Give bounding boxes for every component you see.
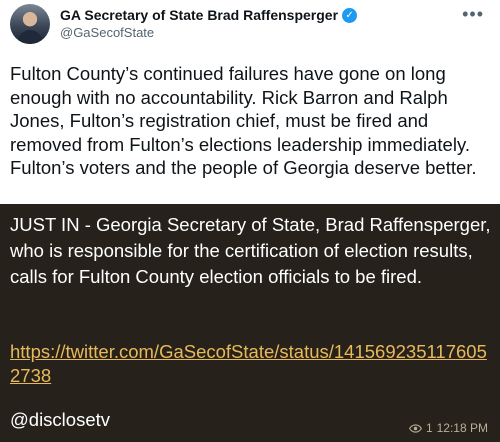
- avatar: [10, 4, 50, 44]
- message-caption: JUST IN - Georgia Secretary of State, Br…: [10, 214, 491, 287]
- channel-signature[interactable]: @disclosetv: [10, 409, 110, 431]
- message-time: 12:18 PM: [436, 421, 488, 435]
- eye-icon: [408, 423, 422, 433]
- tweet-handle: @GaSecofState: [60, 25, 155, 40]
- tweet-link[interactable]: https://twitter.com/GaSecofState/status/…: [10, 340, 492, 388]
- embedded-tweet-image[interactable]: GA Secretary of State Brad Raffensperger…: [0, 0, 500, 204]
- more-options-icon: •••: [462, 4, 484, 24]
- tweet-text: Fulton County’s continued failures have …: [10, 63, 477, 178]
- tweet-author: GA Secretary of State Brad Raffensperger…: [60, 7, 358, 23]
- tweet-display-name: GA Secretary of State Brad Raffensperger: [60, 7, 339, 23]
- message-bubble: GA Secretary of State Brad Raffensperger…: [0, 0, 500, 442]
- verified-badge-icon: ✓: [342, 7, 358, 23]
- message-meta: 1 12:18 PM: [408, 421, 488, 435]
- view-count: 1: [425, 421, 433, 435]
